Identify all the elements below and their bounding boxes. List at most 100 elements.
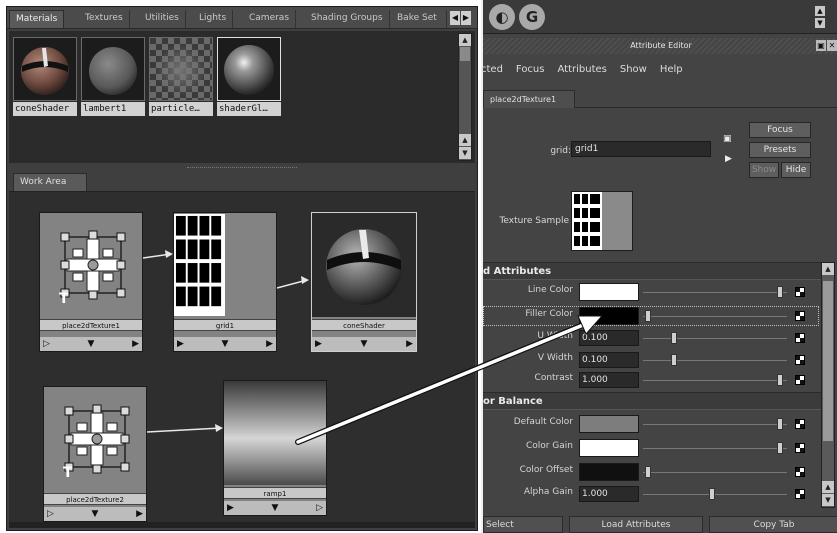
tab-cameras[interactable]: Cameras [243,10,297,28]
tab-textures[interactable]: Textures [79,10,130,28]
scroll-down-icon[interactable]: ▼ [822,494,834,506]
tab-bake-sets[interactable]: Bake Set [391,10,447,28]
slider-handle[interactable] [645,310,651,322]
scroll-up-icon[interactable]: ▲ [815,6,825,16]
output-connection-icon[interactable]: ▶ [725,154,737,164]
attribute-editor-titlebar: Attribute Editor ▣ ✕ [483,38,837,54]
slider-handle[interactable] [777,418,783,430]
tab-scroll-left-icon[interactable]: ◀ [450,11,460,25]
tab-utilities[interactable]: Utilities [139,10,186,28]
menu-selected[interactable]: cted [481,64,503,75]
slider-handle[interactable] [777,442,783,454]
attr-u-width: U Width 0.100 [483,328,819,348]
section-grid-attributes[interactable]: d Attributes [483,262,823,280]
attr-contrast: Contrast 1.000 [483,370,819,390]
line-color-swatch[interactable] [579,283,639,301]
map-button-icon[interactable] [795,375,805,385]
color-gain-swatch[interactable] [579,439,639,457]
scroll-up-icon[interactable]: ▲ [822,263,834,275]
slider-track[interactable] [643,472,787,473]
select-button[interactable]: Select [483,516,563,533]
tab-materials[interactable]: Materials [9,10,65,28]
input-connection-icon[interactable]: ▣ [723,134,735,144]
render-icon[interactable]: ◐ [489,4,515,30]
node-tab-bar: place2dTexture1 [483,86,837,108]
contrast-field[interactable]: 1.000 [579,372,639,388]
node-name-field[interactable]: grid1 [571,141,711,157]
slider-handle[interactable] [671,354,677,366]
swatch-scrollbar[interactable]: ▲ ▲ ▼ [458,33,472,161]
slider-track[interactable] [643,338,787,339]
copy-tab-button[interactable]: Copy Tab [709,516,837,533]
ipr-render-icon[interactable]: G [519,4,545,30]
section-color-balance[interactable]: or Balance [483,392,823,410]
tab-lights[interactable]: Lights [193,10,234,28]
slider-track[interactable] [643,360,787,361]
panel-splitter[interactable] [187,167,297,169]
attr-alpha-gain: Alpha Gain 1.000 [483,484,819,504]
hide-button[interactable]: Hide [781,162,811,178]
scroll-thumb[interactable] [823,281,833,441]
presets-button[interactable]: Presets [749,142,811,158]
slider-track[interactable] [643,494,787,495]
attr-filler-color: Filler Color [483,306,819,326]
menu-focus[interactable]: Focus [516,64,545,75]
slider-handle[interactable] [777,374,783,386]
focus-button[interactable]: Focus [749,122,811,138]
attribute-editor-title: Attribute Editor [630,41,692,50]
default-color-swatch[interactable] [579,415,639,433]
slider-track[interactable] [643,424,787,425]
color-offset-swatch[interactable] [579,463,639,481]
map-button-icon[interactable] [795,355,805,365]
slider-track[interactable] [643,380,787,381]
slider-track[interactable] [643,316,787,317]
scroll-up-icon[interactable]: ▲ [459,134,471,146]
tab-place2dtexture1[interactable]: place2dTexture1 [483,90,575,108]
map-button-icon[interactable] [795,419,805,429]
map-button-icon[interactable] [795,287,805,297]
connection-arrow-icon [215,424,223,432]
filler-color-swatch[interactable] [579,307,639,325]
scroll-down-icon[interactable]: ▼ [459,147,471,159]
texture-sample-swatch [571,191,633,251]
v-width-field[interactable]: 0.100 [579,352,639,368]
u-width-field[interactable]: 0.100 [579,330,639,346]
slider-handle[interactable] [777,286,783,298]
slider-handle[interactable] [671,332,677,344]
swatch-coneshader[interactable]: coneShader [13,37,77,121]
show-button[interactable]: Show [749,162,779,178]
close-icon[interactable]: ✕ [827,40,837,51]
slider-handle[interactable] [645,466,651,478]
attribute-editor-scrollbar[interactable]: ▲ ▲ ▼ [821,262,835,508]
scroll-down-icon[interactable]: ▼ [815,18,825,28]
menu-help[interactable]: Help [660,64,683,75]
tab-shading-groups[interactable]: Shading Groups [305,10,390,28]
menu-show[interactable]: Show [620,64,647,75]
map-button-icon[interactable] [795,443,805,453]
slider-track[interactable] [643,448,787,449]
load-attributes-button[interactable]: Load Attributes [569,516,703,533]
attr-label: Color Offset [519,465,573,475]
menu-attributes[interactable]: Attributes [557,64,606,75]
slider-track[interactable] [643,292,787,293]
swatch-particlecloud[interactable]: particle… [149,37,213,121]
attr-label: Color Gain [525,441,573,451]
tab-work-area[interactable]: Work Area [13,173,87,191]
map-button-icon[interactable] [795,467,805,477]
map-button-icon[interactable] [795,489,805,499]
scroll-up-icon[interactable]: ▲ [459,34,471,46]
map-button-icon[interactable] [795,311,805,321]
particle-checker-icon [149,37,213,101]
float-window-icon[interactable]: ▣ [816,40,826,51]
attr-default-color: Default Color [483,414,819,434]
scroll-up-icon[interactable]: ▲ [822,481,834,493]
shaderglow-swatch-icon [217,37,281,101]
tab-scroll-right-icon[interactable]: ▶ [461,11,471,25]
material-swatch-panel: coneShader lambert1 particle… shaderGl… … [9,31,475,163]
swatch-shaderglow[interactable]: shaderGl… [217,37,281,121]
slider-handle[interactable] [709,488,715,500]
alpha-gain-field[interactable]: 1.000 [579,486,639,502]
map-button-icon[interactable] [795,333,805,343]
work-area[interactable]: T place2dTexture1 ▷ ▼ ▶ grid1 ▶ ▼ ▶ cone… [9,191,475,525]
swatch-lambert1[interactable]: lambert1 [81,37,145,121]
